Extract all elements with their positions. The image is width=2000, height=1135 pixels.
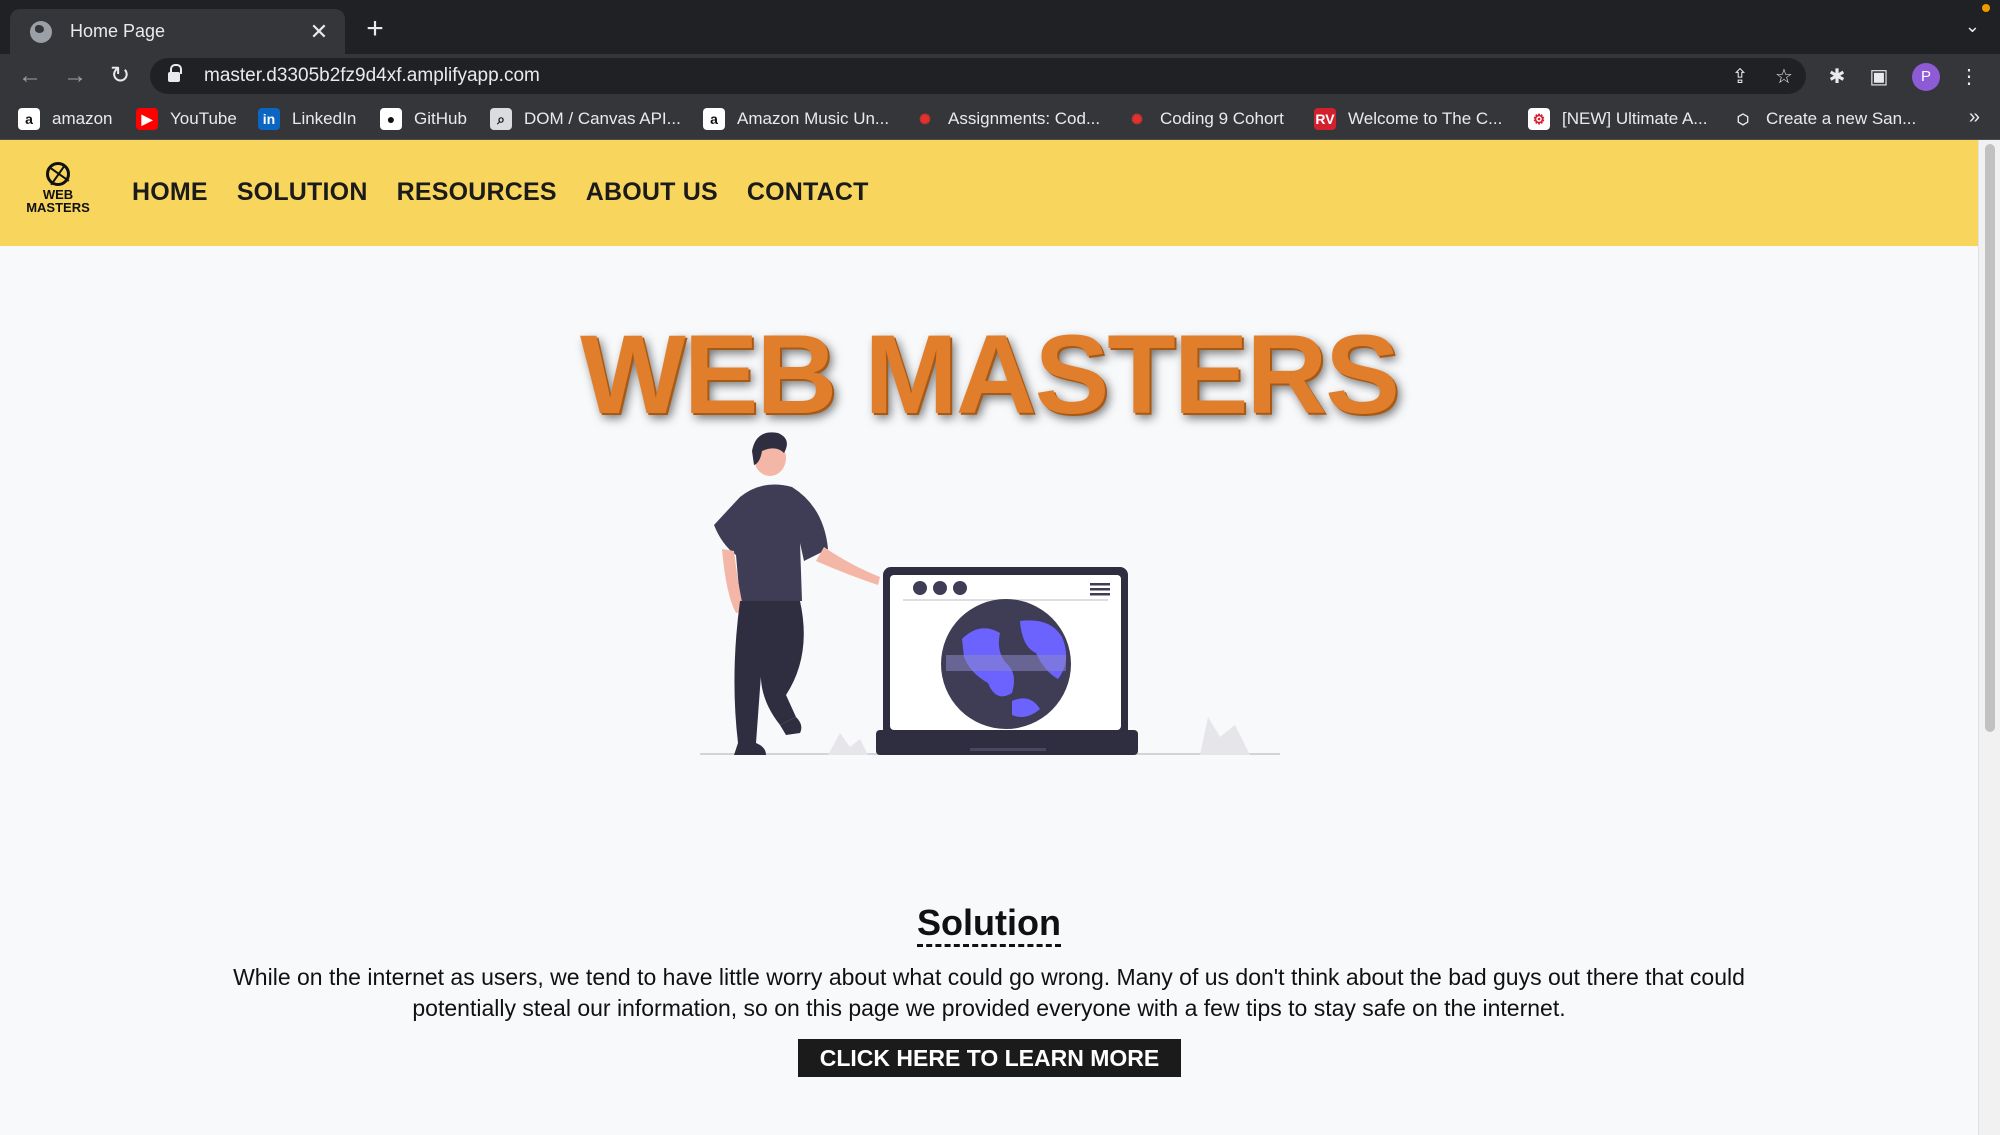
basketball-icon [46, 162, 70, 186]
close-tab-icon[interactable]: ✕ [307, 19, 331, 45]
bookmark-label: YouTube [170, 109, 237, 128]
bookmark-label: GitHub [414, 109, 467, 128]
bookmark-label: Welcome to The C... [1348, 109, 1503, 128]
bookmark-5[interactable]: a Amazon Music Un... [703, 106, 889, 132]
browser-tab-strip: Home Page ✕ + ⌄ [0, 0, 2000, 54]
bookmark-6[interactable]: ✺ Assignments: Cod... [914, 106, 1100, 132]
bookmark-4[interactable]: ⌕ DOM / Canvas API... [490, 106, 681, 132]
amazon-icon: a [18, 108, 40, 130]
tab-search-chevron-icon[interactable]: ⌄ [1965, 16, 1980, 37]
search-icon: ⌕ [490, 108, 512, 130]
laptop-figure [876, 567, 1138, 755]
bookmark-9[interactable]: ⚙ [NEW] Ultimate A... [1528, 106, 1707, 132]
bookmark-label: DOM / Canvas API... [524, 109, 681, 128]
extensions-icon[interactable]: ✱ [1824, 64, 1850, 90]
amazon-icon: a [703, 108, 725, 130]
canvas-icon: ✺ [914, 108, 936, 130]
nav-solution[interactable]: SOLUTION [237, 178, 368, 207]
bookmark-label: Assignments: Cod... [948, 109, 1101, 128]
course-icon: ⚙ [1528, 108, 1550, 130]
more-bookmarks-chevron-icon[interactable]: » [1969, 106, 1980, 129]
bookmark-3[interactable]: ● GitHub [380, 106, 467, 132]
tab-title: Home Page [70, 21, 166, 41]
solution-heading: Solution [0, 902, 1978, 947]
rv-icon: RV [1314, 108, 1336, 130]
address-bar[interactable]: master.d3305b2fz9d4xf.amplifyapp.com ⇪ ☆ [150, 58, 1806, 94]
url-text[interactable]: master.d3305b2fz9d4xf.amplifyapp.com [204, 65, 1718, 87]
canvas-icon: ✺ [1126, 108, 1148, 130]
youtube-icon: ▶ [136, 108, 158, 130]
nav-resources[interactable]: RESOURCES [397, 178, 557, 207]
scrollbar-thumb[interactable] [1985, 144, 1995, 732]
new-tab-button[interactable]: + [360, 14, 390, 44]
back-button[interactable]: ← [12, 58, 48, 94]
bookmark-10[interactable]: ⬡ Create a new San... [1732, 106, 1916, 132]
site-logo[interactable]: WEB MASTERS [22, 162, 94, 214]
logo-line-2: MASTERS [26, 200, 90, 215]
person-figure [714, 432, 880, 755]
github-icon: ● [380, 108, 402, 130]
solution-description: While on the internet as users, we tend … [233, 964, 1745, 1021]
main-nav: HOME SOLUTION RESOURCES ABOUT US CONTACT [132, 178, 869, 207]
browser-toolbar: ← → ↻ master.d3305b2fz9d4xf.amplifyapp.c… [0, 54, 2000, 98]
linkedin-icon: in [258, 108, 280, 130]
hero-title: WEB MASTERS [580, 312, 1400, 437]
site-header: WEB MASTERS HOME SOLUTION RESOURCES ABOU… [0, 140, 1978, 246]
bookmark-label: LinkedIn [292, 109, 357, 128]
browser-menu-icon[interactable]: ⋮ [1956, 64, 1982, 90]
reload-button[interactable]: ↻ [102, 58, 138, 94]
learn-more-button[interactable]: CLICK HERE TO LEARN MORE [798, 1039, 1181, 1077]
forward-button[interactable]: → [57, 58, 93, 94]
bookmark-star-icon[interactable]: ☆ [1762, 64, 1806, 89]
nav-contact[interactable]: CONTACT [747, 178, 869, 207]
notification-dot [1982, 4, 1990, 12]
bookmark-label: Amazon Music Un... [737, 109, 890, 128]
lock-icon[interactable] [168, 64, 182, 83]
bookmark-2[interactable]: in LinkedIn [258, 106, 356, 132]
bookmark-label: [NEW] Ultimate A... [1562, 109, 1708, 128]
sandbox-icon: ⬡ [1732, 108, 1754, 130]
bookmark-label: Create a new San... [1766, 109, 1917, 128]
bookmark-8[interactable]: RV Welcome to The C... [1314, 106, 1502, 132]
side-panel-icon[interactable]: ▣ [1866, 64, 1892, 90]
bookmark-label: amazon [52, 109, 113, 128]
bookmarks-bar: a amazon ▶ YouTube in LinkedIn ● GitHub … [0, 98, 2000, 140]
bookmark-0[interactable]: a amazon [18, 106, 112, 132]
tab-home-page[interactable]: Home Page ✕ [10, 9, 345, 54]
profile-avatar[interactable]: P [1912, 63, 1940, 91]
globe-icon [30, 20, 52, 43]
page-scrollbar[interactable] [1978, 140, 2000, 1135]
bookmark-label: Coding 9 Cohort [1160, 109, 1284, 128]
share-icon[interactable]: ⇪ [1718, 64, 1762, 89]
bookmark-7[interactable]: ✺ Coding 9 Cohort [1126, 106, 1284, 132]
solution-heading-text: Solution [917, 902, 1061, 947]
nav-home[interactable]: HOME [132, 178, 208, 207]
hero-illustration [700, 432, 1280, 755]
nav-about-us[interactable]: ABOUT US [586, 178, 718, 207]
page-viewport: WEB MASTERS HOME SOLUTION RESOURCES ABOU… [0, 140, 2000, 1135]
bookmark-1[interactable]: ▶ YouTube [136, 106, 237, 132]
